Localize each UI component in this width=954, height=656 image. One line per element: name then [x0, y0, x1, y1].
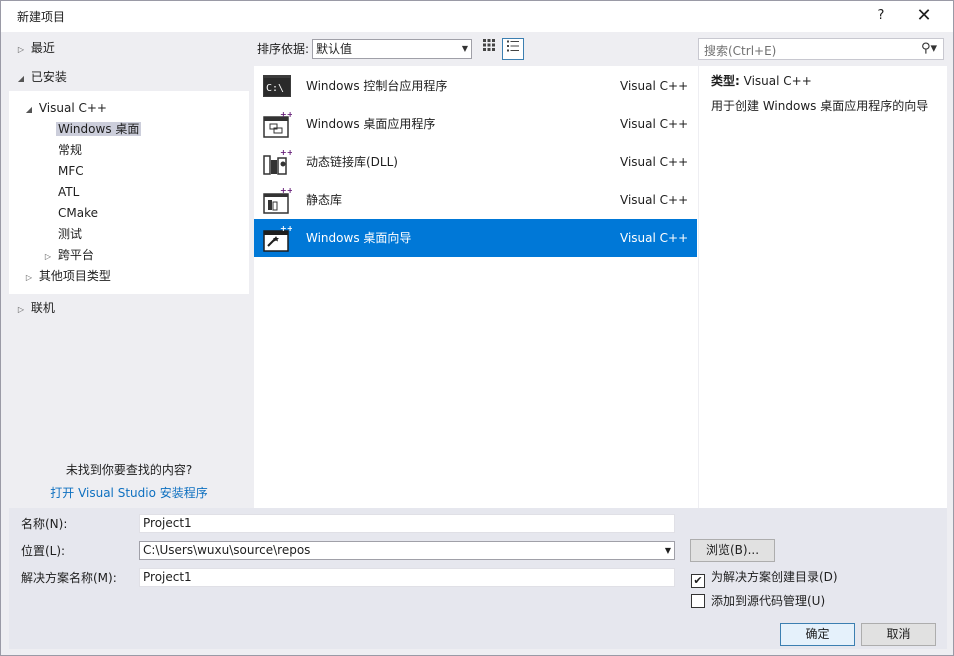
- tree-item-test[interactable]: 测试: [58, 224, 82, 244]
- expand-arrow-icon[interactable]: ▷: [15, 40, 27, 60]
- template-tree-pane: ▷ 最近 ◢ 已安装 ◢ Visual C++ Windows 桌面 常规 MF…: [9, 32, 249, 508]
- template-row-dll[interactable]: ++ 动态链接库(DLL) Visual C++: [254, 143, 697, 181]
- cancel-button[interactable]: 取消: [861, 623, 936, 646]
- desktop-app-icon: ++: [263, 110, 292, 138]
- template-row-desktop-app[interactable]: ++ Windows 桌面应用程序 Visual C++: [254, 105, 697, 143]
- tree-item-visual-cpp[interactable]: ◢ Visual C++: [23, 98, 107, 118]
- svg-text:++: ++: [280, 110, 292, 119]
- list-view-button[interactable]: [502, 38, 524, 60]
- tree-item-online[interactable]: ▷ 联机: [15, 298, 55, 318]
- location-label: 位置(L):: [21, 544, 66, 558]
- dropdown-arrow-icon[interactable]: ▼: [665, 542, 671, 559]
- tree-item-other-types[interactable]: ▷ 其他项目类型: [23, 266, 111, 286]
- location-field[interactable]: C:\Users\wuxu\source\repos ▼: [139, 541, 675, 560]
- svg-text:C:\: C:\: [266, 83, 284, 94]
- collapse-arrow-icon[interactable]: ◢: [23, 100, 35, 120]
- static-lib-icon: ++: [263, 186, 292, 214]
- sort-by-dropdown[interactable]: 默认值 ▼: [312, 39, 472, 59]
- tree-item-installed[interactable]: ◢ 已安装: [15, 67, 67, 87]
- dialog-title: 新建项目: [17, 10, 66, 24]
- svg-text:++: ++: [280, 148, 292, 157]
- tree-item-atl[interactable]: ATL: [58, 182, 79, 202]
- template-row-static-lib[interactable]: ++ 静态库 Visual C++: [254, 181, 697, 219]
- template-type: 类型: Visual C++: [711, 74, 812, 88]
- title-bar: 新建项目 ? ✕: [1, 1, 953, 32]
- not-found-text: 未找到你要查找的内容?: [65, 463, 193, 477]
- collapse-arrow-icon[interactable]: ◢: [15, 69, 27, 89]
- expand-arrow-icon[interactable]: ▷: [23, 268, 35, 288]
- grid-view-icon: [483, 39, 495, 51]
- expand-arrow-icon[interactable]: ▷: [42, 247, 54, 267]
- template-list: C:\ Windows 控制台应用程序 Visual C++ ++ Window…: [254, 66, 698, 508]
- tree-item-general[interactable]: 常规: [58, 140, 82, 160]
- source-control-checkbox[interactable]: [691, 594, 705, 608]
- expand-arrow-icon[interactable]: ▷: [15, 300, 27, 320]
- open-installer-link[interactable]: 打开 Visual Studio 安装程序: [9, 484, 249, 501]
- create-directory-option[interactable]: ✔ 为解决方案创建目录(D): [691, 569, 838, 588]
- list-view-icon: [507, 40, 519, 52]
- solution-name-field[interactable]: Project1: [139, 568, 675, 587]
- name-label: 名称(N):: [21, 517, 68, 531]
- svg-text:++: ++: [280, 186, 292, 195]
- name-field[interactable]: Project1: [139, 514, 675, 533]
- tree-item-cmake[interactable]: CMake: [58, 203, 98, 223]
- grid-view-button[interactable]: [478, 38, 500, 60]
- help-button[interactable]: ?: [869, 5, 893, 27]
- template-description: 用于创建 Windows 桌面应用程序的向导: [711, 99, 929, 113]
- dll-icon: ++: [263, 148, 292, 175]
- svg-text:++: ++: [280, 224, 292, 233]
- solution-name-label: 解决方案名称(M):: [21, 571, 117, 585]
- template-row-console-app[interactable]: C:\ Windows 控制台应用程序 Visual C++: [254, 67, 697, 105]
- browse-button[interactable]: 浏览(B)...: [690, 539, 775, 562]
- description-pane: 类型: Visual C++ 用于创建 Windows 桌面应用程序的向导: [699, 66, 947, 508]
- source-control-option[interactable]: 添加到源代码管理(U): [691, 593, 825, 609]
- project-form: 名称(N): Project1 位置(L): C:\Users\wuxu\sou…: [9, 508, 947, 649]
- template-row-desktop-wizard[interactable]: ++ Windows 桌面向导 Visual C++: [254, 219, 697, 257]
- tree-item-windows-desktop[interactable]: Windows 桌面: [56, 119, 142, 139]
- tree-item-cross-platform[interactable]: ▷ 跨平台: [42, 245, 94, 265]
- desktop-wizard-icon: ++: [263, 224, 292, 252]
- tree-item-mfc[interactable]: MFC: [58, 161, 84, 181]
- search-input[interactable]: 搜索(Ctrl+E) ⚲▾: [698, 38, 944, 60]
- close-button[interactable]: ✕: [909, 5, 939, 27]
- console-app-icon: C:\: [263, 75, 291, 97]
- create-directory-checkbox[interactable]: ✔: [691, 574, 705, 588]
- tree-item-recent[interactable]: ▷ 最近: [15, 38, 55, 58]
- sort-by-label: 排序依据:: [257, 42, 310, 56]
- new-project-dialog: 新建项目 ? ✕ ▷ 最近 ◢ 已安装 ◢ Visual C++ Windows…: [0, 0, 954, 656]
- ok-button[interactable]: 确定: [780, 623, 855, 646]
- dropdown-arrow-icon: ▼: [461, 44, 468, 53]
- installed-subtree: ◢ Visual C++ Windows 桌面 常规 MFC ATL CMake…: [9, 91, 249, 294]
- search-icon[interactable]: ⚲▾: [921, 41, 937, 56]
